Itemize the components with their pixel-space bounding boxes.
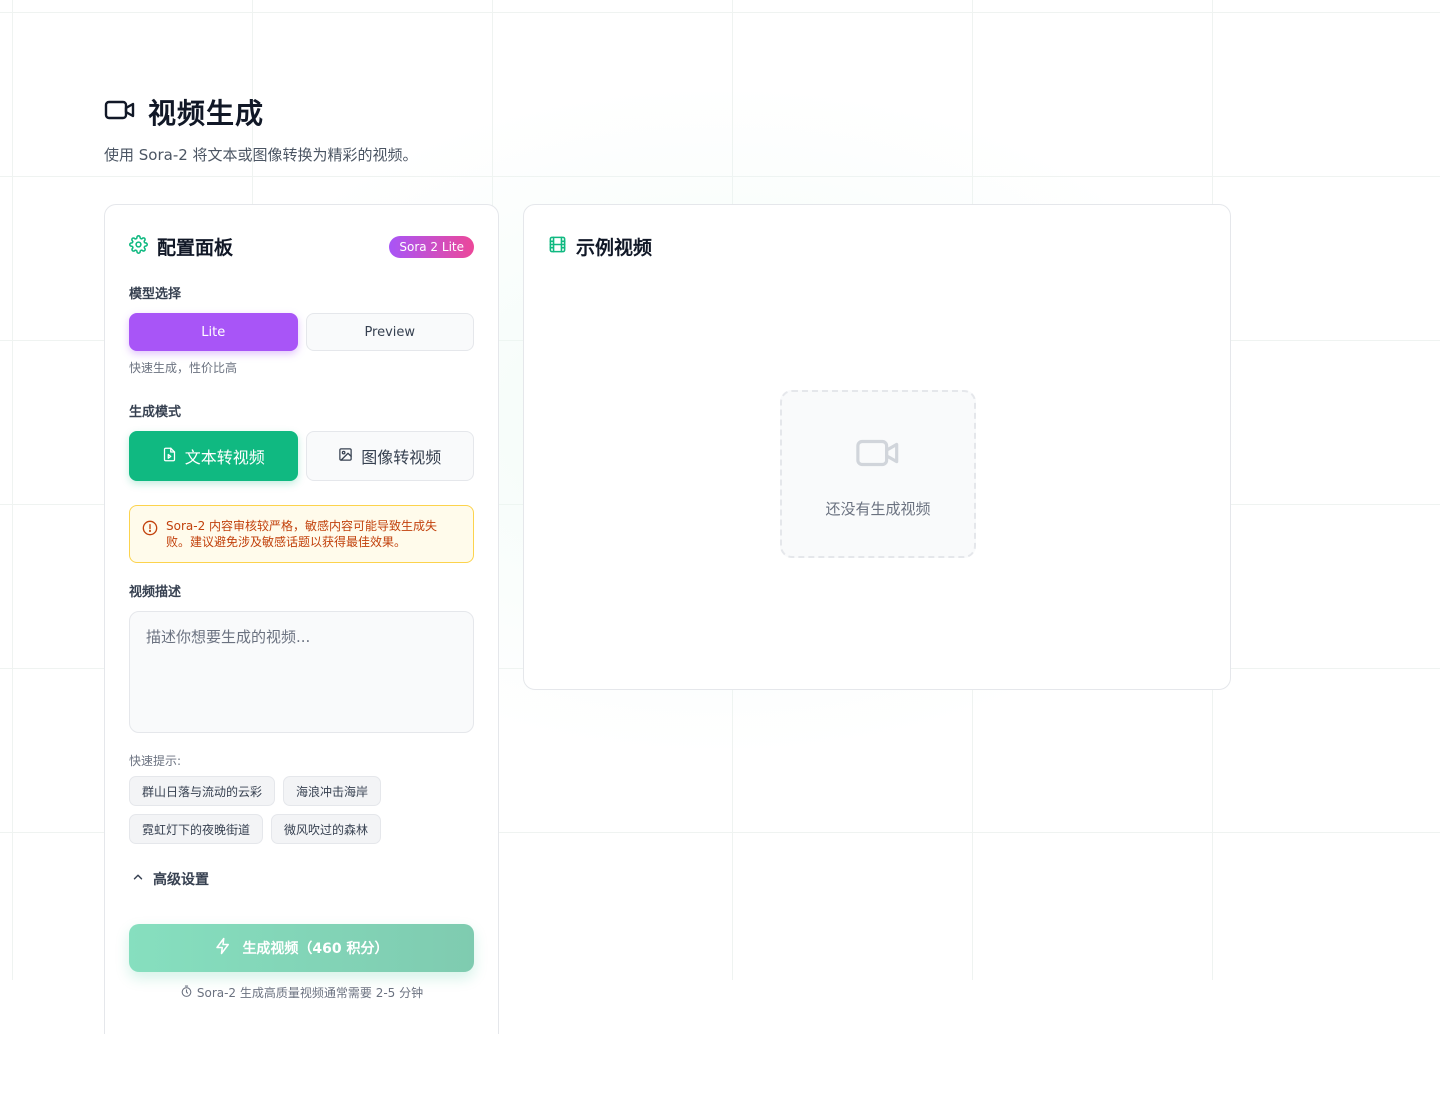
empty-state: 还没有生成视频 xyxy=(780,390,976,558)
generate-button[interactable]: 生成视频（460 积分） xyxy=(129,924,474,972)
quick-prompt-chip[interactable]: 群山日落与流动的云彩 xyxy=(129,776,276,806)
advanced-settings-label: 高级设置 xyxy=(153,872,209,888)
model-label: 模型选择 xyxy=(129,287,182,302)
chevron-up-icon xyxy=(131,870,145,888)
film-icon xyxy=(548,235,567,258)
page-title: 视频生成 xyxy=(148,97,265,130)
mode-selector: 文本转视频 图像转视频 xyxy=(105,431,498,481)
mode-image-to-video-button[interactable]: 图像转视频 xyxy=(305,431,474,481)
model-badge: Sora 2 Lite xyxy=(389,235,474,258)
lightning-icon xyxy=(214,937,232,959)
quick-prompts: 群山日落与流动的云彩 海浪冲击海岸 霓虹灯下的夜晚街道 微风吹过的森林 xyxy=(105,776,475,844)
video-camera-icon xyxy=(104,94,136,130)
page-subtitle: 使用 Sora-2 将文本或图像转换为精彩的视频。 xyxy=(104,146,418,164)
mode-text-to-video-button[interactable]: 文本转视频 xyxy=(129,431,298,481)
generation-time-text: Sora-2 生成高质量视频通常需要 2-5 分钟 xyxy=(196,986,424,1000)
page-header: 视频生成 使用 Sora-2 将文本或图像转换为精彩的视频。 xyxy=(104,92,418,165)
image-icon xyxy=(338,447,353,466)
model-selector: Lite Preview xyxy=(105,313,498,351)
quick-prompt-chip[interactable]: 微风吹过的森林 xyxy=(271,814,382,844)
preview-panel-title: 示例视频 xyxy=(576,237,653,259)
mode-image-to-video-label: 图像转视频 xyxy=(361,448,442,467)
config-panel-title: 配置面板 xyxy=(157,237,234,259)
content-warning: Sora-2 内容审核较严格，敏感内容可能导致生成失败。建议避免涉及敏感话题以获… xyxy=(129,505,474,563)
model-option-preview[interactable]: Preview xyxy=(305,313,474,351)
mode-text-to-video-label: 文本转视频 xyxy=(184,448,265,467)
preview-panel: 示例视频 还没有生成视频 xyxy=(523,204,1231,690)
mode-label: 生成模式 xyxy=(129,405,182,420)
generate-button-label: 生成视频（460 积分） xyxy=(242,941,389,957)
content-warning-text: Sora-2 内容审核较严格，敏感内容可能导致生成失败。建议避免涉及敏感话题以获… xyxy=(166,519,438,549)
quick-prompt-chip[interactable]: 霓虹灯下的夜晚街道 xyxy=(129,814,264,844)
quick-prompts-label: 快速提示: xyxy=(129,754,182,768)
model-option-lite[interactable]: Lite xyxy=(129,313,298,351)
quick-prompt-chip[interactable]: 海浪冲击海岸 xyxy=(283,776,382,806)
empty-state-text: 还没有生成视频 xyxy=(825,499,931,518)
video-camera-icon xyxy=(855,430,901,480)
description-label: 视频描述 xyxy=(129,585,182,600)
advanced-settings-toggle[interactable]: 高级设置 xyxy=(105,869,498,889)
model-hint: 快速生成，性价比高 xyxy=(129,361,238,375)
config-panel: 配置面板 Sora 2 Lite 模型选择 Lite Preview 快速生成，… xyxy=(104,204,499,1034)
alert-circle-icon xyxy=(142,518,158,550)
stopwatch-icon xyxy=(180,985,193,1001)
gear-icon xyxy=(129,235,148,258)
generation-time-note: Sora-2 生成高质量视频通常需要 2-5 分钟 xyxy=(105,984,498,1001)
description-input[interactable] xyxy=(129,611,474,733)
file-text-icon xyxy=(162,447,177,466)
